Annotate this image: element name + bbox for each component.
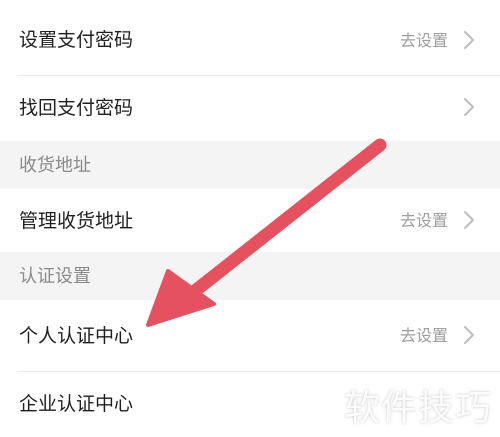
enterprise-auth-label: 企业认证中心 bbox=[19, 393, 134, 415]
set-pay-password-label: 设置支付密码 bbox=[19, 29, 134, 51]
set-pay-password-value: 去设置 bbox=[399, 31, 448, 50]
address-section-title: 收货地址 bbox=[19, 155, 91, 176]
set-pay-password-row[interactable]: 设置支付密码 去设置 bbox=[0, 0, 500, 76]
chevron-right-icon bbox=[464, 211, 474, 229]
manage-address-row[interactable]: 管理收货地址 去设置 bbox=[0, 189, 500, 252]
retrieve-pay-password-row[interactable]: 找回支付密码 bbox=[0, 76, 500, 141]
address-section-header: 收货地址 bbox=[0, 141, 500, 189]
personal-auth-value: 去设置 bbox=[399, 326, 448, 345]
watermark: 软件技巧 bbox=[343, 388, 492, 429]
chevron-right-icon bbox=[464, 98, 474, 116]
personal-auth-label: 个人认证中心 bbox=[19, 325, 134, 347]
personal-auth-row[interactable]: 个人认证中心 去设置 bbox=[0, 300, 500, 372]
chevron-right-icon bbox=[464, 31, 474, 49]
chevron-right-icon bbox=[464, 326, 474, 344]
auth-section-header: 认证设置 bbox=[0, 252, 500, 300]
manage-address-label: 管理收货地址 bbox=[19, 210, 134, 232]
manage-address-value: 去设置 bbox=[399, 211, 448, 230]
settings-screen: 设置支付密码 去设置 找回支付密码 收货地址 管理收货地址 去设置 认证设置 个… bbox=[0, 0, 500, 437]
auth-section-title: 认证设置 bbox=[19, 266, 91, 287]
retrieve-pay-password-label: 找回支付密码 bbox=[19, 97, 134, 119]
